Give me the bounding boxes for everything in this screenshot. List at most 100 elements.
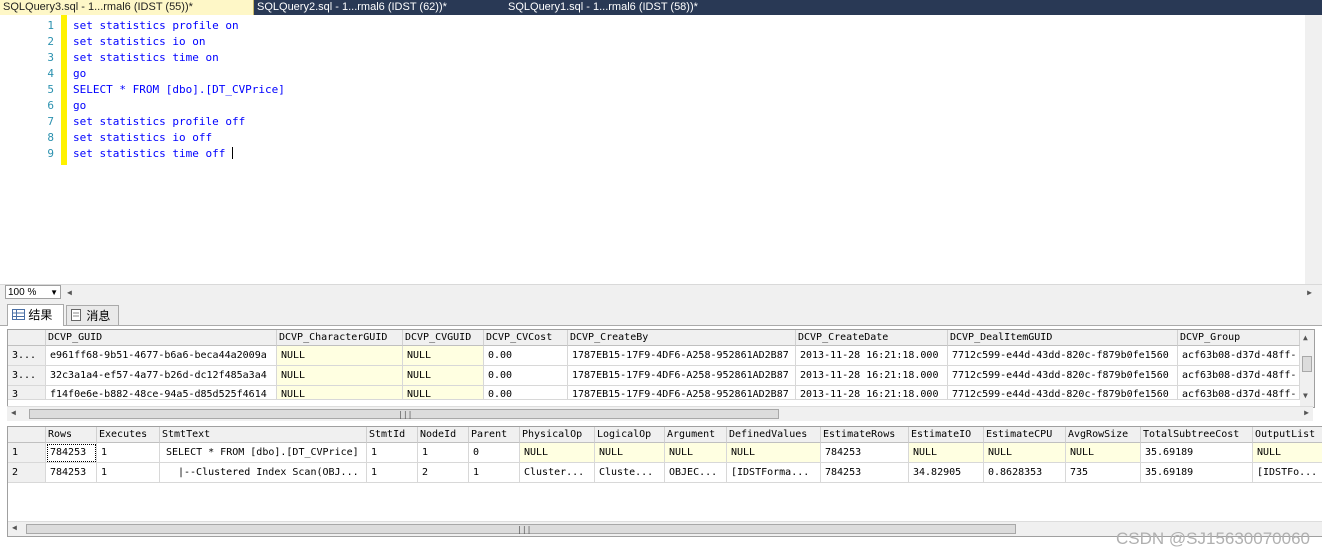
scroll-right-icon[interactable]: ▶: [1307, 285, 1312, 301]
editor-vertical-scrollbar[interactable]: [1305, 15, 1322, 285]
grid-cell[interactable]: acf63b08-d37d-48ff-: [1178, 346, 1300, 366]
scroll-up-icon[interactable]: ▲: [1303, 332, 1308, 344]
grid-cell[interactable]: NULL: [1066, 443, 1141, 463]
grid-cell[interactable]: NULL: [277, 346, 403, 366]
row-header[interactable]: 3...: [8, 346, 46, 366]
grid-cell[interactable]: 2013-11-28 16:21:18.000: [796, 366, 948, 386]
grid-cell[interactable]: 735: [1066, 463, 1141, 483]
grid-cell[interactable]: 0.00: [484, 346, 568, 366]
grid-cell[interactable]: 2: [418, 463, 469, 483]
grid-cell[interactable]: acf63b08-d37d-48ff-: [1178, 366, 1300, 386]
column-header[interactable]: DCVP_CVCost: [484, 330, 568, 346]
row-header[interactable]: 1: [8, 443, 46, 463]
grid-cell[interactable]: NULL: [595, 443, 665, 463]
column-header[interactable]: DefinedValues: [727, 427, 821, 443]
column-header[interactable]: TotalSubtreeCost: [1141, 427, 1253, 443]
grid-cell[interactable]: NULL: [277, 366, 403, 386]
result-grid-statistics-profile[interactable]: Rows Executes StmtText StmtId NodeId Par…: [7, 426, 1322, 537]
grid-cell[interactable]: NULL: [403, 346, 484, 366]
scroll-thumb[interactable]: |||: [29, 409, 779, 419]
column-header[interactable]: LogicalOp: [595, 427, 665, 443]
column-header[interactable]: Parent: [469, 427, 520, 443]
tab-sqlquery2[interactable]: SQLQuery2.sql - 1...rmal6 (IDST (62))*: [257, 0, 497, 15]
grid-cell[interactable]: NULL: [1253, 443, 1322, 463]
grid-cell[interactable]: 1: [97, 443, 160, 463]
grid-cell[interactable]: [IDSTForma...: [727, 463, 821, 483]
grid-cell[interactable]: 7712c599-e44d-43dd-820c-f879b0fe1560: [948, 346, 1178, 366]
scroll-thumb[interactable]: [1302, 356, 1312, 372]
scroll-thumb[interactable]: |||: [26, 524, 1016, 534]
grid-cell[interactable]: NULL: [665, 443, 727, 463]
grid-cell[interactable]: 784253: [821, 443, 909, 463]
grid-cell[interactable]: NULL: [277, 386, 403, 400]
grid-cell[interactable]: Cluste...: [595, 463, 665, 483]
column-header[interactable]: NodeId: [418, 427, 469, 443]
grid-cell[interactable]: 784253: [46, 463, 97, 483]
column-header[interactable]: DCVP_CreateDate: [796, 330, 948, 346]
grid-cell[interactable]: [IDSTFo...: [1253, 463, 1322, 483]
grid-cell[interactable]: |--Clustered Index Scan(OBJ...: [160, 463, 367, 483]
scroll-down-icon[interactable]: ▼: [1303, 390, 1308, 402]
grid-cell[interactable]: 0: [469, 443, 520, 463]
column-header[interactable]: DCVP_CharacterGUID: [277, 330, 403, 346]
scroll-left-icon[interactable]: ◀: [12, 522, 17, 534]
grid-cell[interactable]: 1: [367, 443, 418, 463]
grid-cell[interactable]: OBJEC...: [665, 463, 727, 483]
grid-cell[interactable]: 1787EB15-17F9-4DF6-A258-952861AD2B87: [568, 366, 796, 386]
grid-cell[interactable]: 0.00: [484, 366, 568, 386]
column-header[interactable]: OutputList: [1253, 427, 1322, 443]
grid-cell[interactable]: e961ff68-9b51-4677-b6a6-beca44a2009a: [46, 346, 277, 366]
grid-cell[interactable]: acf63b08-d37d-48ff-: [1178, 386, 1300, 400]
grid-cell[interactable]: 1: [367, 463, 418, 483]
grid-cell[interactable]: 1: [469, 463, 520, 483]
grid-cell[interactable]: NULL: [984, 443, 1066, 463]
column-header[interactable]: Executes: [97, 427, 160, 443]
grid-cell[interactable]: 2013-11-28 16:21:18.000: [796, 386, 948, 400]
column-header[interactable]: EstimateIO: [909, 427, 984, 443]
grid-cell[interactable]: 34.82905: [909, 463, 984, 483]
row-header[interactable]: 3...: [8, 366, 46, 386]
query-editor[interactable]: 1 2 3 4 5 6 7 8 9 set statistics profile…: [0, 15, 1322, 285]
column-header[interactable]: DCVP_CVGUID: [403, 330, 484, 346]
grid-cell[interactable]: NULL: [403, 366, 484, 386]
grid1-horizontal-scrollbar[interactable]: ◀ ||| ▶: [7, 406, 1313, 421]
column-header[interactable]: EstimateRows: [821, 427, 909, 443]
scroll-right-icon[interactable]: ▶: [1304, 407, 1309, 419]
grid-cell[interactable]: 1: [418, 443, 469, 463]
grid-cell[interactable]: 1787EB15-17F9-4DF6-A258-952861AD2B87: [568, 346, 796, 366]
grid-cell[interactable]: SELECT * FROM [dbo].[DT_CVPrice]: [160, 443, 367, 463]
grid-cell-selected[interactable]: 784253: [46, 443, 97, 463]
scroll-left-icon[interactable]: ◀: [11, 407, 16, 419]
grid1-vertical-scrollbar[interactable]: ▲ ▼: [1300, 330, 1314, 407]
grid-cell[interactable]: Cluster...: [520, 463, 595, 483]
grid-cell[interactable]: 1: [97, 463, 160, 483]
column-header[interactable]: StmtId: [367, 427, 418, 443]
tab-sqlquery3[interactable]: SQLQuery3.sql - 1...rmal6 (IDST (55))*: [0, 0, 254, 15]
grid-cell[interactable]: 35.69189: [1141, 443, 1253, 463]
grid-cell[interactable]: 784253: [821, 463, 909, 483]
tab-sqlquery1[interactable]: SQLQuery1.sql - 1...rmal6 (IDST (58))*: [508, 0, 748, 15]
column-header[interactable]: AvgRowSize: [1066, 427, 1141, 443]
column-header[interactable]: DCVP_GUID: [46, 330, 277, 346]
row-header[interactable]: 3: [8, 386, 46, 400]
row-header[interactable]: 2: [8, 463, 46, 483]
scroll-left-icon[interactable]: ◀: [67, 285, 72, 301]
column-header[interactable]: Argument: [665, 427, 727, 443]
column-header[interactable]: PhysicalOp: [520, 427, 595, 443]
tab-messages[interactable]: 消息: [66, 305, 119, 325]
column-header[interactable]: StmtText: [160, 427, 367, 443]
zoom-select[interactable]: 100 % ▼: [5, 285, 61, 299]
grid-cell[interactable]: f14f0e6e-b882-48ce-94a5-d85d525f4614: [46, 386, 277, 400]
grid-cell[interactable]: 0.00: [484, 386, 568, 400]
grid-cell[interactable]: NULL: [727, 443, 821, 463]
grid-cell[interactable]: 35.69189: [1141, 463, 1253, 483]
grid-cell[interactable]: 0.8628353: [984, 463, 1066, 483]
grid-cell[interactable]: NULL: [520, 443, 595, 463]
column-header[interactable]: DCVP_DealItemGUID: [948, 330, 1178, 346]
grid-cell[interactable]: 7712c599-e44d-43dd-820c-f879b0fe1560: [948, 366, 1178, 386]
grid-cell[interactable]: NULL: [403, 386, 484, 400]
grid-cell[interactable]: 1787EB15-17F9-4DF6-A258-952861AD2B87: [568, 386, 796, 400]
column-header[interactable]: DCVP_Group: [1178, 330, 1300, 346]
column-header[interactable]: EstimateCPU: [984, 427, 1066, 443]
column-header[interactable]: DCVP_CreateBy: [568, 330, 796, 346]
